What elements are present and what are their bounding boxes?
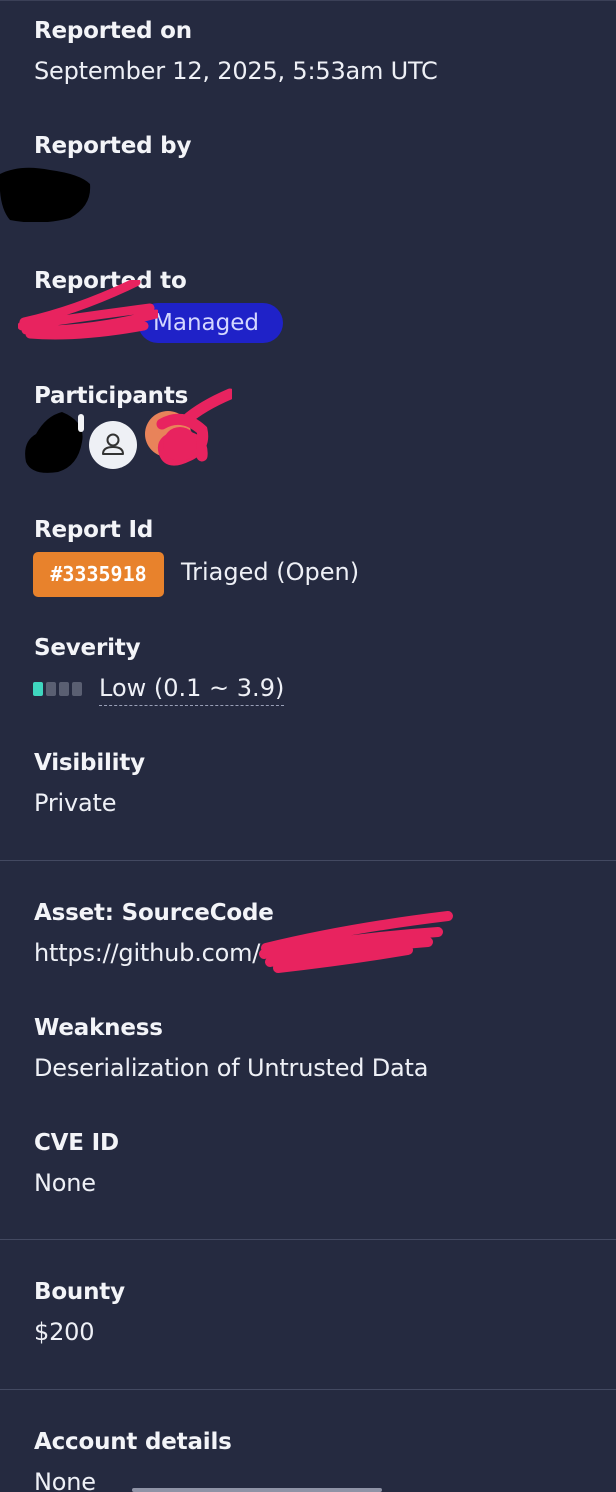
report-id-label: Report Id: [34, 517, 154, 543]
bounty-value: $200: [34, 1318, 95, 1346]
severity-label: Severity: [34, 635, 141, 661]
cve-id-label: CVE ID: [34, 1130, 119, 1156]
participant-avatar[interactable]: [22, 412, 86, 474]
account-details-value: None: [34, 1468, 96, 1492]
asset-label: Asset: SourceCode: [34, 900, 274, 926]
participant-avatar[interactable]: [142, 386, 232, 474]
asset-link[interactable]: https://github.com/: [34, 939, 260, 967]
severity-segment: [72, 682, 82, 696]
redaction-scribble: [259, 911, 453, 973]
section-divider: [0, 1239, 616, 1240]
redaction-scribble: [18, 280, 158, 340]
report-status: Triaged (Open): [181, 558, 360, 586]
user-icon: [102, 433, 124, 455]
reported-on-label: Reported on: [34, 18, 192, 44]
weakness-value[interactable]: Deserialization of Untrusted Data: [34, 1054, 428, 1082]
section-divider: [0, 860, 616, 861]
managed-badge: Managed: [138, 303, 283, 343]
account-details-label: Account details: [34, 1429, 232, 1455]
severity-segment: [33, 682, 43, 696]
severity-value[interactable]: Low (0.1 ~ 3.9): [99, 674, 285, 706]
severity-segment: [59, 682, 69, 696]
cve-id-value: None: [34, 1169, 96, 1197]
bounty-label: Bounty: [34, 1279, 125, 1305]
section-divider: [0, 1389, 616, 1390]
reporter-avatar[interactable]: [0, 166, 100, 222]
severity-segment: [46, 682, 56, 696]
visibility-value: Private: [34, 789, 117, 817]
visibility-label: Visibility: [34, 750, 145, 776]
reported-on-value: September 12, 2025, 5:53am UTC: [34, 57, 438, 85]
report-id-badge[interactable]: #3335918: [33, 552, 164, 597]
reported-by-label: Reported by: [34, 133, 192, 159]
severity-meter: [33, 682, 82, 696]
participant-user-icon[interactable]: [89, 421, 137, 469]
top-border: [0, 0, 616, 1]
weakness-label: Weakness: [34, 1015, 163, 1041]
scrollbar-handle[interactable]: [132, 1488, 382, 1492]
